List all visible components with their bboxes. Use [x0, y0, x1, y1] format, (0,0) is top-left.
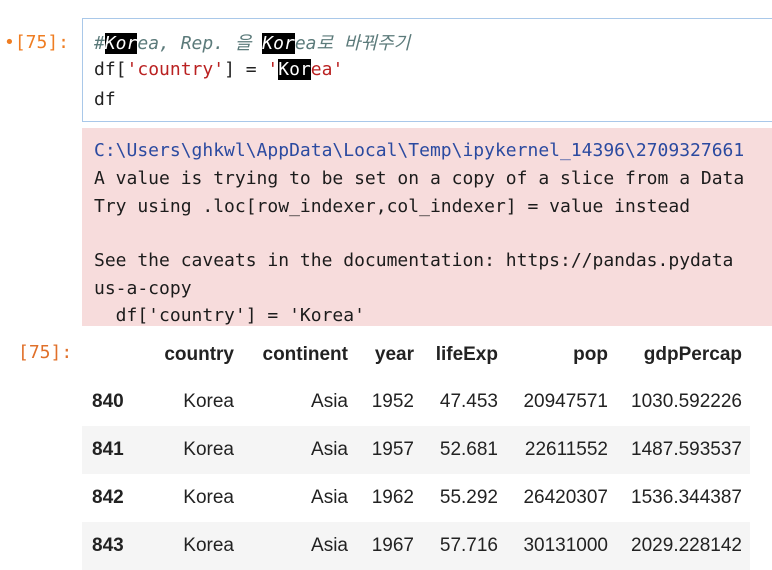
table-row: 842 Korea Asia 1962 55.292 26420307 1536… [82, 474, 750, 522]
table-cell: Korea [183, 439, 234, 460]
table-cell: 1967 [371, 535, 414, 556]
table-cell: 1536.344387 [631, 487, 742, 508]
warning-line: A value is trying to be set on a copy of… [94, 168, 745, 189]
table-cell: Asia [311, 487, 348, 508]
warning-line: df['country'] = 'Korea' [94, 305, 365, 326]
table-cell: 22611552 [524, 439, 608, 460]
warning-line: us-a-copy [94, 278, 192, 299]
row-index: 843 [92, 535, 124, 556]
table-cell: 20947571 [523, 391, 608, 412]
table-cell: Asia [311, 439, 348, 460]
dataframe-table: country continent year lifeExp pop gdpPe… [82, 332, 750, 570]
column-header: country [164, 344, 234, 365]
table-row: 841 Korea Asia 1957 52.681 22611552 1487… [82, 426, 750, 474]
table-cell: 55.292 [439, 487, 498, 508]
table-cell: Asia [311, 391, 348, 412]
table-row: 843 Korea Asia 1967 57.716 30131000 2029… [82, 522, 750, 570]
code-df-line: df [94, 89, 116, 110]
table-cell: 57.716 [439, 535, 498, 556]
code-editor[interactable]: #Korea, Rep. 을 Korea로 바꿔주기 df['country']… [82, 18, 772, 122]
code-assign-line: df['country'] = 'Korea' [94, 59, 344, 80]
table-cell: Korea [183, 535, 234, 556]
table-cell: 30131000 [523, 535, 608, 556]
warning-path: C:\Users\ghkwl\AppData\Local\Temp\ipyker… [94, 140, 745, 161]
warning-line: See the caveats in the documentation: ht… [94, 250, 734, 271]
table-cell: 1952 [371, 391, 414, 412]
table-cell: Korea [183, 391, 234, 412]
table-cell: Asia [311, 535, 348, 556]
column-header: lifeExp [435, 344, 498, 365]
column-header: gdpPercap [643, 344, 742, 365]
table-cell: 1957 [371, 439, 414, 460]
table-cell: 1487.593537 [631, 439, 742, 460]
table-cell: Korea [183, 487, 234, 508]
row-index: 841 [92, 439, 124, 460]
row-index: 842 [92, 487, 124, 508]
warning-output: C:\Users\ghkwl\AppData\Local\Temp\ipyker… [82, 128, 772, 326]
table-header-row: country continent year lifeExp pop gdpPe… [82, 332, 750, 378]
table-cell: 52.681 [439, 439, 498, 460]
output-prompt: [75]: [18, 342, 73, 363]
table-cell: 1962 [371, 487, 414, 508]
column-header: year [374, 344, 414, 365]
table-cell: 47.453 [439, 391, 498, 412]
warning-line: Try using .loc[row_indexer,col_indexer] … [94, 196, 691, 217]
row-index: 840 [92, 391, 124, 412]
code-comment-line: #Korea, Rep. 을 Korea로 바꿔주기 [94, 33, 411, 54]
table-row: 840 Korea Asia 1952 47.453 20947571 1030… [82, 378, 750, 426]
table-cell: 2029.228142 [631, 535, 742, 556]
column-header: pop [573, 344, 608, 365]
column-header: continent [262, 344, 349, 365]
column-header [82, 332, 146, 378]
table-cell: 26420307 [523, 487, 608, 508]
input-prompt: •[75]: [4, 32, 70, 53]
table-cell: 1030.592226 [631, 391, 742, 412]
